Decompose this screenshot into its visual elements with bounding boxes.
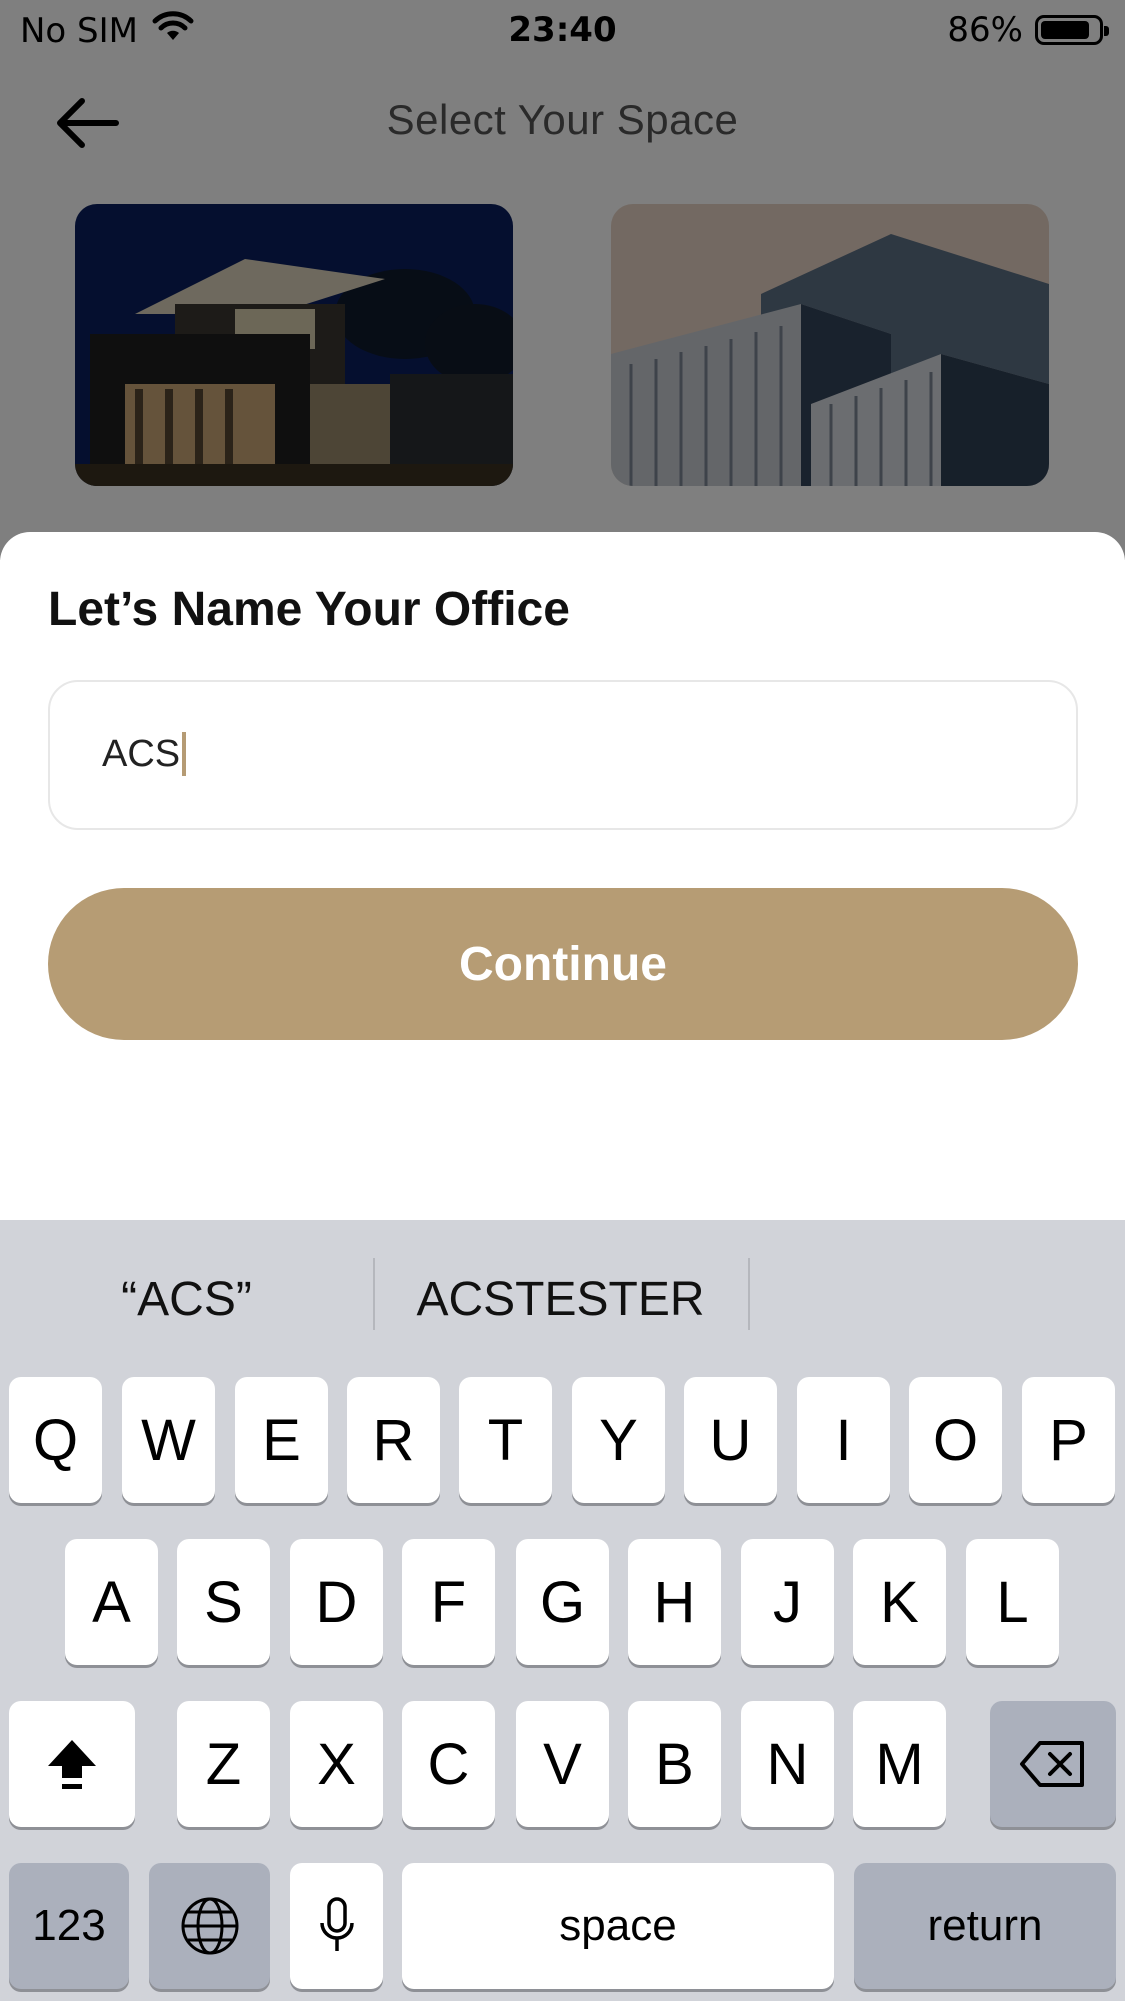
key-h[interactable]: H bbox=[628, 1539, 721, 1665]
text-caret bbox=[182, 732, 187, 776]
key-o[interactable]: O bbox=[909, 1377, 1002, 1503]
suggestion-1[interactable]: “ACS” bbox=[0, 1272, 373, 1327]
modal-overlay[interactable] bbox=[0, 0, 1125, 560]
delete-key[interactable] bbox=[990, 1701, 1116, 1827]
backspace-icon bbox=[1020, 1741, 1084, 1787]
office-name-value-wrap: ACS bbox=[102, 732, 187, 776]
keyboard: “ACS” ACSTESTER Q W E R T Y U I O P A S … bbox=[0, 1220, 1125, 2001]
key-e[interactable]: E bbox=[235, 1377, 328, 1503]
key-x[interactable]: X bbox=[290, 1701, 383, 1827]
key-y[interactable]: Y bbox=[572, 1377, 665, 1503]
continue-button[interactable]: Continue bbox=[48, 888, 1078, 1040]
key-q[interactable]: Q bbox=[9, 1377, 102, 1503]
key-d[interactable]: D bbox=[290, 1539, 383, 1665]
key-c[interactable]: C bbox=[402, 1701, 495, 1827]
suggestion-divider bbox=[748, 1258, 750, 1330]
key-v[interactable]: V bbox=[516, 1701, 609, 1827]
key-u[interactable]: U bbox=[684, 1377, 777, 1503]
key-z[interactable]: Z bbox=[177, 1701, 270, 1827]
shift-key[interactable] bbox=[9, 1701, 135, 1827]
microphone-icon bbox=[319, 1897, 354, 1951]
key-k[interactable]: K bbox=[853, 1539, 946, 1665]
suggestion-2[interactable]: ACSTESTER bbox=[373, 1272, 748, 1327]
office-name-value: ACS bbox=[102, 732, 181, 775]
return-key[interactable]: return bbox=[854, 1863, 1116, 1989]
key-t[interactable]: T bbox=[459, 1377, 552, 1503]
key-w[interactable]: W bbox=[122, 1377, 215, 1503]
key-s[interactable]: S bbox=[177, 1539, 270, 1665]
key-f[interactable]: F bbox=[402, 1539, 495, 1665]
key-m[interactable]: M bbox=[853, 1701, 946, 1827]
key-b[interactable]: B bbox=[628, 1701, 721, 1827]
globe-key[interactable] bbox=[149, 1863, 270, 1989]
dictation-key[interactable] bbox=[290, 1863, 383, 1989]
space-key[interactable]: space bbox=[402, 1863, 834, 1989]
globe-icon bbox=[181, 1897, 238, 1955]
numbers-key[interactable]: 123 bbox=[9, 1863, 129, 1989]
key-l[interactable]: L bbox=[966, 1539, 1059, 1665]
key-a[interactable]: A bbox=[65, 1539, 158, 1665]
key-r[interactable]: R bbox=[347, 1377, 440, 1503]
office-name-input[interactable]: ACS bbox=[48, 680, 1078, 830]
suggestion-bar: “ACS” ACSTESTER bbox=[0, 1220, 1125, 1370]
key-p[interactable]: P bbox=[1022, 1377, 1115, 1503]
sheet-title: Let’s Name Your Office bbox=[48, 583, 570, 636]
shift-icon bbox=[48, 1740, 96, 1789]
key-j[interactable]: J bbox=[741, 1539, 834, 1665]
key-i[interactable]: I bbox=[797, 1377, 890, 1503]
key-n[interactable]: N bbox=[741, 1701, 834, 1827]
key-g[interactable]: G bbox=[516, 1539, 609, 1665]
